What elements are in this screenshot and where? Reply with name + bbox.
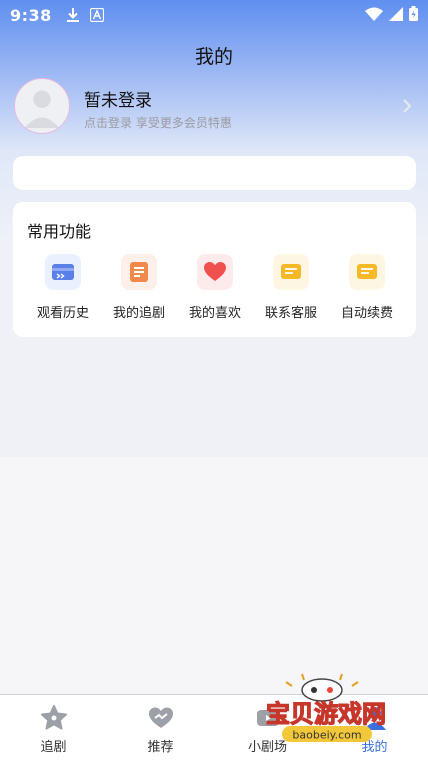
renew-icon bbox=[349, 254, 385, 290]
func-contact-service[interactable]: 联系客服 bbox=[253, 254, 329, 324]
theater-icon bbox=[254, 705, 282, 731]
download-icon bbox=[66, 7, 80, 23]
nav-item-theater[interactable]: 小剧场 bbox=[214, 695, 321, 760]
func-label: 联系客服 bbox=[264, 306, 317, 321]
nav-item-recommend[interactable]: 推荐 bbox=[107, 695, 214, 760]
avatar[interactable] bbox=[14, 78, 70, 134]
chevron-right-icon[interactable] bbox=[402, 98, 412, 117]
page-title: 我的 bbox=[194, 46, 233, 68]
func-label: 我的追剧 bbox=[112, 306, 165, 321]
star-icon bbox=[40, 705, 68, 731]
profile-subtitle[interactable]: 点击登录 享受更多会员特惠 bbox=[84, 114, 232, 131]
nav-label: 追剧 bbox=[40, 740, 67, 755]
heart-outline-icon bbox=[147, 705, 175, 731]
common-functions-card: 常用功能 观看历史 我的追剧 我的喜欢 联系客服 自动续费 bbox=[13, 202, 416, 337]
func-watch-history[interactable]: 观看历史 bbox=[25, 254, 101, 324]
bottom-nav: 追剧 推荐 小剧场 我的 bbox=[0, 694, 428, 760]
wifi-icon bbox=[365, 6, 383, 25]
message-icon bbox=[273, 254, 309, 290]
follow-list-icon bbox=[121, 254, 157, 290]
func-label: 我的喜欢 bbox=[188, 306, 241, 321]
vip-banner-card[interactable] bbox=[13, 156, 416, 190]
a-icon bbox=[89, 8, 104, 22]
func-label: 自动续费 bbox=[340, 306, 393, 321]
functions-title: 常用功能 bbox=[27, 222, 92, 241]
nav-label: 小剧场 bbox=[247, 740, 287, 755]
func-my-follow[interactable]: 我的追剧 bbox=[101, 254, 177, 324]
signal-icon bbox=[389, 6, 403, 25]
nav-label: 我的 bbox=[361, 740, 388, 755]
app-root: 9:38 我的 暂未登录 点击登录 享受更多会员特惠 常用功能 观看历史 我的追… bbox=[0, 0, 428, 760]
func-my-likes[interactable]: 我的喜欢 bbox=[177, 254, 253, 324]
nav-label: 推荐 bbox=[147, 740, 174, 755]
status-bar: 9:38 bbox=[0, 0, 428, 30]
func-label: 观看历史 bbox=[36, 306, 89, 321]
heart-icon bbox=[197, 254, 233, 290]
default-avatar-icon bbox=[24, 90, 60, 129]
history-icon bbox=[45, 254, 81, 290]
nav-item-mine[interactable]: 我的 bbox=[321, 695, 428, 760]
user-icon bbox=[362, 705, 388, 731]
profile-name[interactable]: 暂未登录 bbox=[84, 86, 152, 111]
func-auto-renew[interactable]: 自动续费 bbox=[329, 254, 405, 324]
status-time: 9:38 bbox=[10, 5, 52, 25]
nav-item-follow[interactable]: 追剧 bbox=[0, 695, 107, 760]
battery-icon bbox=[409, 5, 418, 25]
